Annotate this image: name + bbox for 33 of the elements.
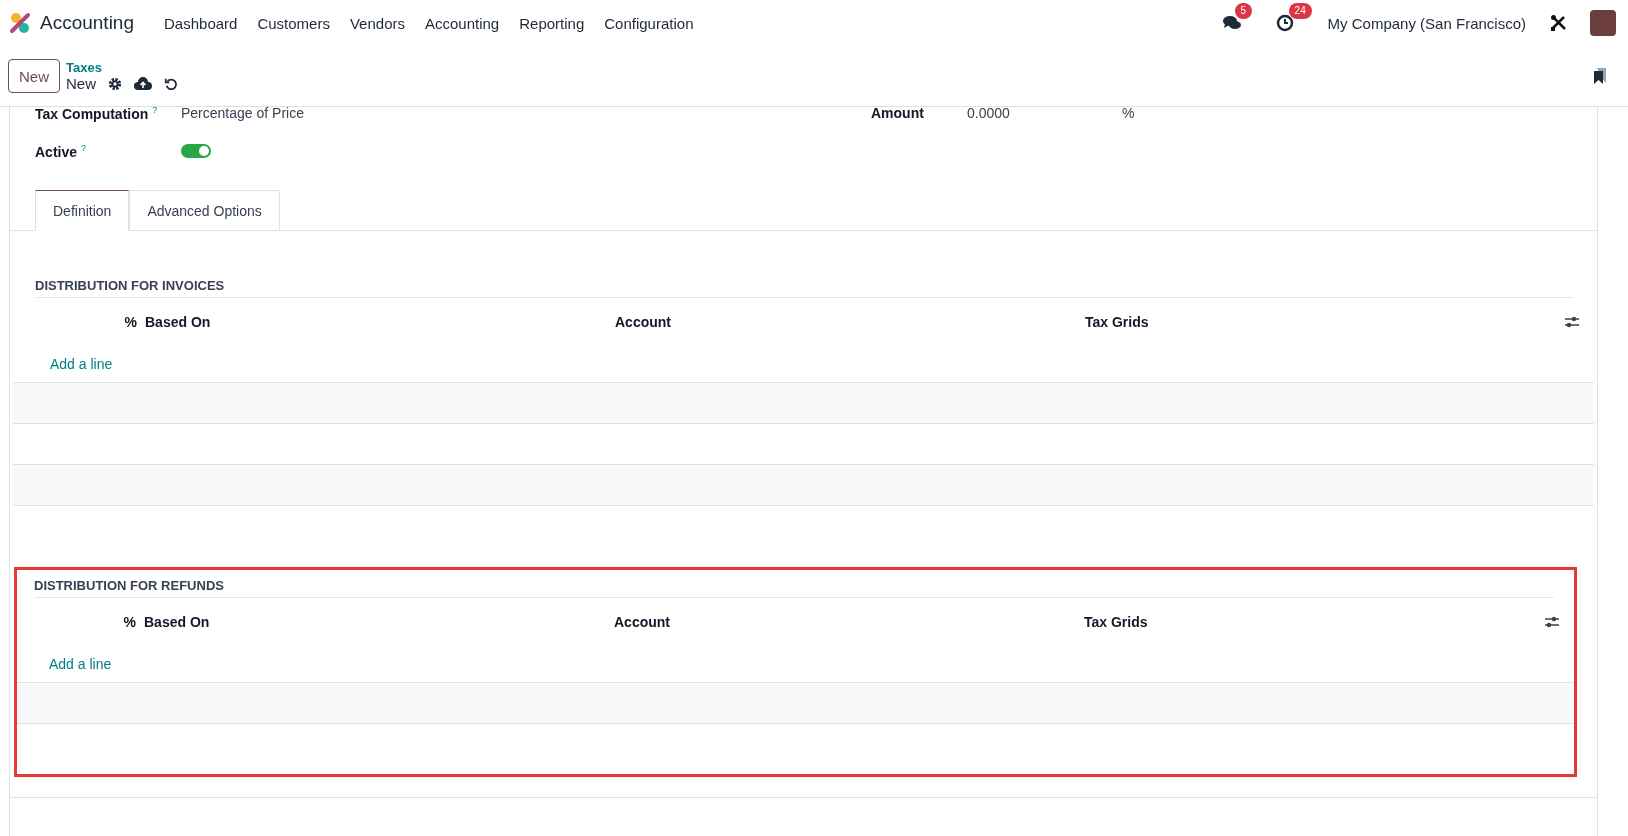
new-button[interactable]: New bbox=[8, 59, 60, 93]
add-line-link[interactable]: Add a line bbox=[49, 646, 1574, 682]
column-header: % bbox=[123, 314, 138, 330]
field-value[interactable]: Percentage of Price bbox=[181, 107, 871, 121]
breadcrumb-link[interactable]: Taxes bbox=[66, 60, 179, 75]
menu-item[interactable]: Reporting bbox=[509, 14, 595, 32]
column-header: Tax Grids bbox=[1085, 314, 1150, 330]
section-title: DISTRIBUTION FOR INVOICES bbox=[35, 278, 1574, 298]
menu-item[interactable]: Vendors bbox=[339, 14, 415, 32]
add-line-link[interactable]: Add a line bbox=[50, 346, 1594, 382]
activity-count-badge: 24 bbox=[1288, 3, 1312, 19]
column-header: Based On bbox=[145, 314, 212, 330]
tab[interactable]: Definition bbox=[35, 190, 130, 231]
menu-item[interactable]: Accounting bbox=[415, 14, 510, 32]
column-header: Account bbox=[614, 614, 671, 630]
app-name[interactable]: Accounting bbox=[40, 12, 134, 34]
column-header: Based On bbox=[144, 614, 211, 630]
record-title: New bbox=[66, 75, 97, 92]
message-count-badge: 5 bbox=[1234, 3, 1253, 19]
column-header: Tax Grids bbox=[1084, 614, 1149, 630]
section-title: DISTRIBUTION FOR REFUNDS bbox=[34, 578, 1554, 598]
field-label: Active $^{?}$ bbox=[35, 142, 88, 160]
tab[interactable]: Advanced Options bbox=[129, 190, 280, 231]
column-header: % bbox=[122, 614, 137, 630]
field-label: Tax Computation $^{?}$ bbox=[35, 107, 159, 122]
field-value[interactable]: 0.0000 bbox=[967, 107, 1122, 121]
menu-item[interactable]: Dashboard bbox=[154, 14, 248, 32]
company-switcher[interactable]: My Company (San Francisco) bbox=[1327, 14, 1526, 32]
unit-label: % bbox=[1122, 107, 1136, 121]
menu-item[interactable]: Configuration bbox=[594, 14, 704, 32]
column-header: Account bbox=[615, 314, 672, 330]
field-label: Amount bbox=[871, 107, 925, 121]
menu-item[interactable]: Customers bbox=[247, 14, 340, 32]
